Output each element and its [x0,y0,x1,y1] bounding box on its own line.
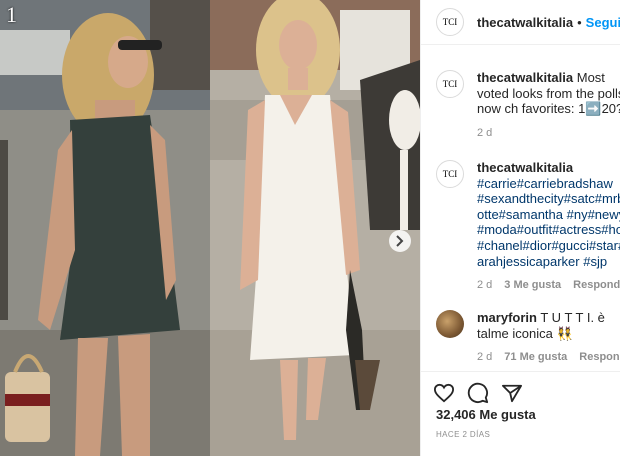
post-sidebar: TCI thecatwalkitalia • Seguir TCI thecat… [420,0,620,456]
hashtag-comment: TCI thecatwalkitalia #carrie#carriebrads… [436,160,620,291]
share-icon[interactable] [501,380,535,406]
follow-button[interactable]: Seguir [586,15,620,30]
photo-dark-dress-illustration [0,0,210,456]
caption-avatar[interactable]: TCI [436,70,464,98]
user-comment-time[interactable]: 2 d [477,351,492,363]
hashtag-list[interactable]: #carrie#carriebradshaw #sexandthecity#sa… [477,176,620,270]
heart-glyph [433,383,455,403]
likes-count[interactable]: 32,406 Me gusta [436,407,536,422]
hashtag-comment-reply[interactable]: Responder [573,279,620,291]
photo-white-dress-illustration [210,0,420,456]
caption-username[interactable]: thecatwalkitalia [477,70,573,85]
photo-dark-dress [0,0,210,456]
hashtag-comment-avatar[interactable]: TCI [436,160,464,188]
user-comment-likes[interactable]: 71 Me gusta [504,351,567,363]
heart-icon[interactable] [433,380,467,406]
hashtag-comment-meta: 2 d 3 Me gusta Responder [477,279,620,291]
likes-label: Me gusta [479,407,536,422]
carousel-index-label: 1 [6,2,17,27]
post-timestamp[interactable]: HACE 2 DÍAS [436,430,490,439]
likes-number: 32,406 [436,407,476,422]
hashtag-comment-username[interactable]: thecatwalkitalia [477,160,620,176]
hashtag-comment-likes[interactable]: 3 Me gusta [504,279,561,291]
caption-text-block: thecatwalkitalia Most voted looks from t… [477,70,620,117]
chevron-right-icon[interactable] [389,230,411,252]
user-comment-meta: 2 d 71 Me gusta Responder [477,351,620,363]
caption-time[interactable]: 2 d [477,127,492,139]
action-icon-row [433,380,535,406]
user-comment-reply[interactable]: Responder [579,351,620,363]
comments-list[interactable]: TCI thecatwalkitalia Most voted looks fr… [421,46,620,371]
photo-white-dress [210,0,420,456]
post-actions: 32,406 Me gusta HACE 2 DÍAS [421,371,620,456]
comment-icon[interactable] [467,380,501,406]
separator-dot: • [577,14,582,30]
share-glyph [501,384,522,403]
user-comment-avatar[interactable] [436,310,464,338]
account-avatar[interactable]: TCI [436,8,464,36]
hashtag-comment-time[interactable]: 2 d [477,279,492,291]
user-comment-username[interactable]: maryforin [477,310,537,325]
post-header: TCI thecatwalkitalia • Seguir [421,0,620,45]
user-comment: maryforin T U T T I. è talme iconica 👯 2… [436,310,620,363]
caption-comment: TCI thecatwalkitalia Most voted looks fr… [436,70,620,139]
chevron-right-glyph [396,235,404,247]
caption-meta: 2 d [477,127,620,139]
post-image-carousel[interactable]: 1 [0,0,420,456]
comment-glyph [467,382,489,404]
hashtag-comment-text-block: thecatwalkitalia #carrie#carriebradshaw … [477,160,620,269]
instagram-post: 1 TCI thecatwalkitalia • Seguir TCI thec… [0,0,620,456]
account-username[interactable]: thecatwalkitalia [477,15,573,30]
user-comment-text-block: maryforin T U T T I. è talme iconica 👯 [477,310,620,341]
